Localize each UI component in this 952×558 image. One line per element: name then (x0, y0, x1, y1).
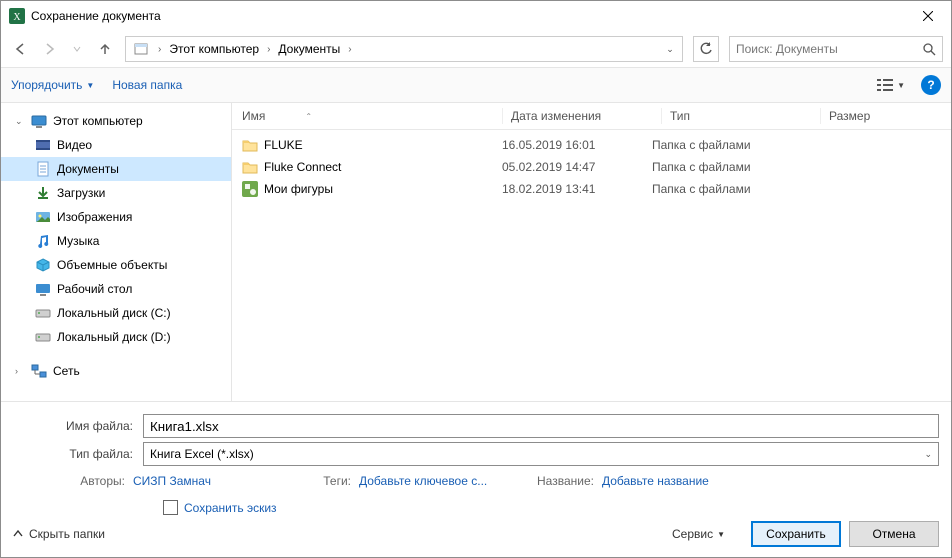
filename-label: Имя файла: (13, 419, 143, 433)
close-button[interactable] (905, 1, 951, 31)
save-thumbnail-label: Сохранить эскиз (184, 501, 277, 515)
window-title: Сохранение документа (31, 9, 905, 23)
new-folder-button[interactable]: Новая папка (112, 78, 182, 92)
expand-icon[interactable]: › (15, 366, 25, 376)
folder-icon (35, 305, 51, 321)
titlebar: X Сохранение документа (1, 1, 951, 31)
column-type[interactable]: Тип (670, 109, 820, 123)
toolbar: Упорядочить▼ Новая папка ▼ ? (1, 67, 951, 103)
chevron-right-icon: › (154, 44, 165, 55)
up-button[interactable] (93, 37, 117, 61)
folder-icon (35, 161, 51, 177)
tools-menu[interactable]: Сервис▼ (672, 527, 725, 541)
recent-dropdown[interactable] (65, 37, 89, 61)
chevron-right-icon: › (263, 44, 274, 55)
chevron-right-icon: › (344, 44, 355, 55)
search-input[interactable]: Поиск: Документы (729, 36, 943, 62)
chevron-down-icon: ▼ (897, 81, 905, 90)
file-row[interactable]: Мои фигуры18.02.2019 13:41Папка с файлам… (232, 178, 951, 200)
doc-title-value[interactable]: Добавьте название (602, 474, 742, 488)
breadcrumb-item[interactable]: Этот компьютер (165, 42, 263, 56)
file-row[interactable]: FLUKE16.05.2019 16:01Папка с файлами (232, 134, 951, 156)
body: ⌄ Этот компьютер ВидеоДокументыЗагрузкиИ… (1, 103, 951, 401)
tree-item[interactable]: Видео (1, 133, 231, 157)
hide-folders-button[interactable]: Скрыть папки (13, 527, 105, 541)
navbar: › Этот компьютер › Документы › ⌄ Поиск: … (1, 31, 951, 67)
tree-this-pc[interactable]: ⌄ Этот компьютер (1, 109, 231, 133)
refresh-button[interactable] (693, 36, 719, 62)
doc-title-label: Название: (537, 474, 594, 488)
filename-input[interactable] (143, 414, 939, 438)
back-button[interactable] (9, 37, 33, 61)
folder-icon (35, 209, 51, 225)
save-thumbnail-checkbox[interactable] (163, 500, 178, 515)
file-row[interactable]: Fluke Connect05.02.2019 14:47Папка с фай… (232, 156, 951, 178)
tree-item[interactable]: Документы (1, 157, 231, 181)
location-icon (132, 40, 150, 58)
folder-icon (35, 329, 51, 345)
address-history-dropdown[interactable]: ⌄ (660, 44, 680, 55)
network-icon (31, 363, 47, 379)
organize-menu[interactable]: Упорядочить▼ (11, 78, 94, 92)
file-list: Имя⌃ Дата изменения Тип Размер FLUKE16.0… (232, 103, 951, 401)
computer-icon (31, 113, 47, 129)
column-size[interactable]: Размер (829, 109, 909, 123)
chevron-down-icon: ⌄ (924, 449, 932, 460)
folder-icon (35, 233, 51, 249)
folder-icon (35, 281, 51, 297)
tree-item[interactable]: Изображения (1, 205, 231, 229)
folder-icon (242, 159, 258, 175)
column-date[interactable]: Дата изменения (511, 109, 661, 123)
tree-item[interactable]: Музыка (1, 229, 231, 253)
folder-icon (35, 257, 51, 273)
search-placeholder: Поиск: Документы (736, 42, 838, 56)
tree-item[interactable]: Локальный диск (C:) (1, 301, 231, 325)
tree-item[interactable]: Рабочий стол (1, 277, 231, 301)
folder-icon (242, 137, 258, 153)
address-bar[interactable]: › Этот компьютер › Документы › ⌄ (125, 36, 683, 62)
cancel-button[interactable]: Отмена (849, 521, 939, 547)
filetype-label: Тип файла: (13, 447, 143, 461)
breadcrumb-item[interactable]: Документы (274, 42, 344, 56)
authors-value[interactable]: СИЗП Замнач (133, 474, 273, 488)
tree-item[interactable]: Загрузки (1, 181, 231, 205)
tree-item[interactable]: Объемные объекты (1, 253, 231, 277)
folder-icon (35, 137, 51, 153)
view-icon (877, 78, 893, 92)
sort-ascending-icon: ⌃ (305, 112, 312, 121)
tree-item[interactable]: Локальный диск (D:) (1, 325, 231, 349)
search-icon (923, 43, 936, 56)
shapes-icon (242, 181, 258, 197)
folder-icon (35, 185, 51, 201)
nav-tree: ⌄ Этот компьютер ВидеоДокументыЗагрузкиИ… (1, 103, 232, 401)
column-name[interactable]: Имя⌃ (242, 109, 502, 123)
authors-label: Авторы: (65, 474, 125, 488)
filetype-select[interactable]: Книга Excel (*.xlsx) ⌄ (143, 442, 939, 466)
tags-value[interactable]: Добавьте ключевое с... (359, 474, 499, 488)
chevron-down-icon: ▼ (86, 81, 94, 90)
footer: Имя файла: Тип файла: Книга Excel (*.xls… (1, 401, 951, 557)
collapse-icon[interactable]: ⌄ (15, 116, 25, 127)
help-button[interactable]: ? (921, 75, 941, 95)
chevron-up-icon (13, 529, 23, 539)
excel-icon: X (9, 8, 25, 24)
save-button[interactable]: Сохранить (751, 521, 841, 547)
save-dialog: X Сохранение документа › Этот компьютер … (0, 0, 952, 558)
chevron-down-icon: ▼ (717, 530, 725, 539)
forward-button[interactable] (37, 37, 61, 61)
tags-label: Теги: (311, 474, 351, 488)
view-options-button[interactable]: ▼ (871, 74, 911, 96)
column-headers: Имя⌃ Дата изменения Тип Размер (232, 103, 951, 130)
tree-network[interactable]: › Сеть (1, 359, 231, 383)
svg-text:X: X (13, 12, 21, 23)
